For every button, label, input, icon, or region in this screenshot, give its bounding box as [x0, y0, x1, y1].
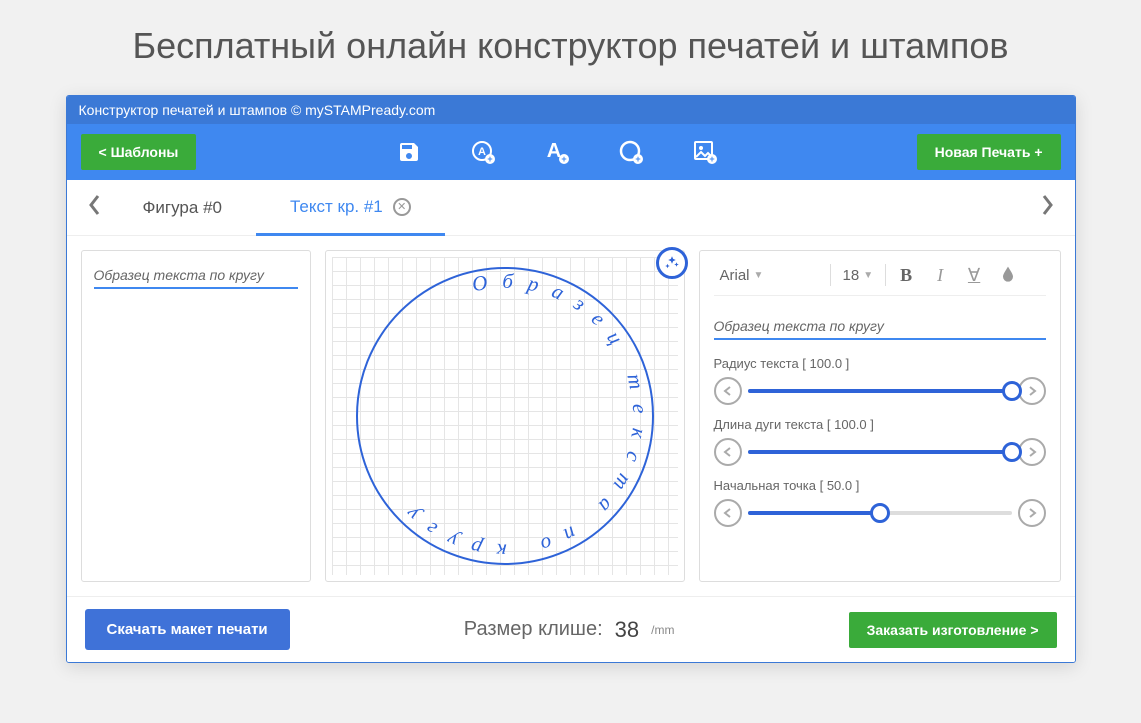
order-button[interactable]: Заказать изготовление >	[849, 612, 1057, 648]
new-stamp-button[interactable]: Новая Печать +	[917, 134, 1061, 170]
slider-start-point: Начальная точка [ 50.0 ]	[714, 478, 1046, 527]
new-stamp-label: Новая Печать +	[935, 144, 1043, 160]
tabs-prev[interactable]	[81, 192, 109, 223]
app-frame: Конструктор печатей и штампов © mySTAMPr…	[66, 95, 1076, 663]
size-unit: /mm	[651, 623, 674, 637]
svg-text:+: +	[635, 154, 640, 164]
slider-label: Начальная точка [ 50.0 ]	[714, 478, 1046, 493]
slider-dec[interactable]	[714, 377, 742, 405]
slider-inc[interactable]	[1018, 438, 1046, 466]
bold-button[interactable]: B	[892, 261, 920, 289]
download-label: Скачать макет печати	[107, 621, 268, 638]
slider-track[interactable]	[748, 389, 1012, 393]
add-image-icon[interactable]: +	[691, 138, 719, 166]
canvas-panel: Образец текста по кругу	[325, 250, 685, 582]
sample-text-input-left[interactable]	[94, 263, 298, 289]
svg-text:Образец текста по кругу: Образец текста по кругу	[390, 268, 651, 563]
toolbar: < Шаблоны A+ A+ + +	[67, 124, 1075, 180]
italic-button[interactable]: I	[926, 261, 954, 289]
text-color-button[interactable]	[994, 261, 1022, 289]
format-row: Arial ▼ 18 ▼ B I ∀	[714, 261, 1046, 296]
templates-button[interactable]: < Шаблоны	[81, 134, 197, 170]
canvas[interactable]: Образец текста по кругу	[332, 257, 678, 575]
download-button[interactable]: Скачать макет печати	[85, 609, 290, 650]
slider-radius: Радиус текста [ 100.0 ]	[714, 356, 1046, 405]
slider-dec[interactable]	[714, 438, 742, 466]
slider-label: Радиус текста [ 100.0 ]	[714, 356, 1046, 371]
slider-arc-length: Длина дуги текста [ 100.0 ]	[714, 417, 1046, 466]
titlebar: Конструктор печатей и штампов © mySTAMPr…	[67, 96, 1075, 124]
properties-panel: Arial ▼ 18 ▼ B I ∀	[699, 250, 1061, 582]
left-panel	[81, 250, 311, 582]
slider-thumb[interactable]	[1002, 442, 1022, 462]
fontsize-select[interactable]: 18 ▼	[837, 263, 880, 288]
footer: Скачать макет печати Размер клише: 38 /m…	[67, 596, 1075, 662]
font-select[interactable]: Arial ▼	[714, 263, 824, 288]
svg-text:+: +	[487, 154, 492, 164]
slider-inc[interactable]	[1018, 499, 1046, 527]
font-value: Arial	[720, 267, 750, 284]
templates-label: < Шаблоны	[99, 144, 179, 160]
circle-text: Образец текста по кругу	[390, 268, 651, 563]
slider-label: Длина дуги текста [ 100.0 ]	[714, 417, 1046, 432]
workspace: Образец текста по кругу Arial ▼ 18 ▼	[67, 236, 1075, 596]
size-label: Размер клише:	[464, 618, 603, 641]
sample-text-input-right[interactable]	[714, 314, 1046, 340]
slider-dec[interactable]	[714, 499, 742, 527]
tabs-next[interactable]	[1033, 192, 1061, 223]
size-value: 38	[615, 617, 639, 643]
order-label: Заказать изготовление >	[867, 622, 1039, 638]
footer-center: Размер клише: 38 /mm	[290, 617, 849, 643]
slider-track[interactable]	[748, 511, 1012, 515]
slider-track[interactable]	[748, 450, 1012, 454]
divider	[885, 264, 886, 286]
effects-button[interactable]	[656, 247, 688, 279]
save-icon[interactable]	[395, 138, 423, 166]
svg-text:+: +	[709, 154, 714, 164]
slider-inc[interactable]	[1018, 377, 1046, 405]
underline-button[interactable]: ∀	[960, 261, 988, 289]
svg-text:+: +	[561, 154, 566, 164]
fontsize-value: 18	[843, 267, 860, 284]
tab-label: Фигура #0	[143, 198, 222, 218]
divider	[830, 264, 831, 286]
toolbar-center: A+ A+ + +	[206, 138, 906, 166]
caret-down-icon: ▼	[863, 270, 873, 281]
tabs-bar: Фигура #0 Текст кр. #1 ✕	[67, 180, 1075, 236]
tab-text-circle-1[interactable]: Текст кр. #1 ✕	[256, 180, 445, 236]
tab-close-icon[interactable]: ✕	[393, 198, 411, 216]
tab-figure-0[interactable]: Фигура #0	[109, 180, 256, 236]
add-circle-icon[interactable]: +	[617, 138, 645, 166]
slider-thumb[interactable]	[870, 503, 890, 523]
add-text-icon[interactable]: A+	[543, 138, 571, 166]
slider-thumb[interactable]	[1002, 381, 1022, 401]
tab-label: Текст кр. #1	[290, 197, 383, 217]
caret-down-icon: ▼	[754, 270, 764, 281]
svg-text:A: A	[478, 146, 486, 158]
add-circle-text-icon[interactable]: A+	[469, 138, 497, 166]
page-title: Бесплатный онлайн конструктор печатей и …	[0, 0, 1141, 77]
